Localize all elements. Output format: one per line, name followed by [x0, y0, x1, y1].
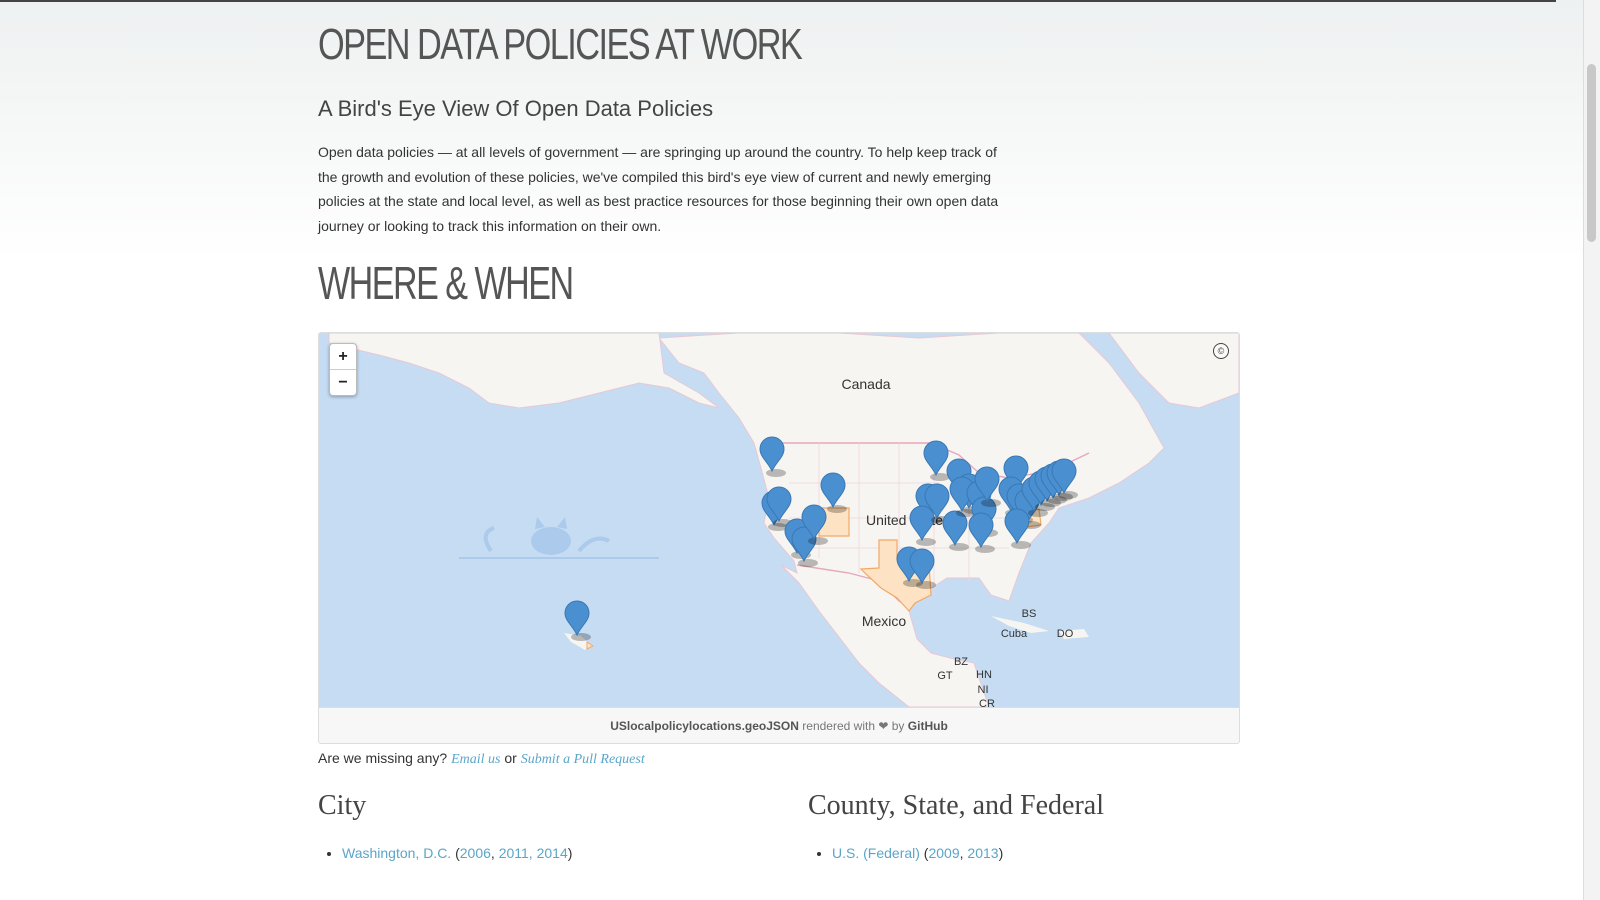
- missing-or-text: or: [504, 750, 517, 766]
- marker-shadow: [808, 537, 828, 545]
- scrollbar-thumb[interactable]: [1587, 64, 1596, 242]
- missing-question: Are we missing any?: [318, 750, 448, 766]
- label-bs: BS: [1022, 608, 1037, 620]
- map-embed: Canada United States Mexico BS Cuba DO B…: [318, 332, 1240, 744]
- city-link-washington-dc[interactable]: Washington, D.C.: [342, 845, 451, 861]
- map-svg: Canada United States Mexico BS Cuba DO B…: [328, 333, 1239, 707]
- land-alaska: [328, 333, 720, 409]
- marker-shadow: [949, 543, 969, 551]
- section-title-where-when: WHERE & WHEN: [318, 257, 574, 309]
- marker-shadow: [571, 633, 591, 641]
- marker-shadow: [1011, 541, 1031, 549]
- github-link[interactable]: GitHub: [908, 719, 948, 733]
- marker-shadow: [981, 499, 1001, 507]
- top-border: [0, 0, 1556, 2]
- heart-icon: ❤: [878, 719, 889, 733]
- federal-link-us[interactable]: U.S. (Federal): [832, 845, 920, 861]
- missing-prompt: Are we missing any? Email us or Submit a…: [318, 750, 645, 768]
- year-link[interactable]: 2011, 2014: [499, 845, 568, 861]
- map-marker-icon[interactable]: [564, 600, 590, 637]
- map-caption: USlocalpolicylocations.geoJSON rendered …: [319, 707, 1239, 743]
- page-scrollbar[interactable]: [1583, 0, 1600, 900]
- label-canada: Canada: [841, 376, 890, 392]
- map-canvas[interactable]: Canada United States Mexico BS Cuba DO B…: [319, 333, 1239, 707]
- marker-shadow: [916, 538, 936, 546]
- city-heading: City: [318, 790, 367, 821]
- county-state-federal-list: U.S. (Federal) (2009, 2013): [808, 845, 1003, 861]
- label-do: DO: [1057, 628, 1074, 640]
- label-ni: NI: [978, 684, 989, 696]
- label-cuba: Cuba: [1001, 628, 1028, 640]
- label-cr: CR: [979, 698, 995, 707]
- marker-shadow: [766, 469, 786, 477]
- marker-shadow: [798, 559, 818, 567]
- attribution-icon[interactable]: ©: [1213, 343, 1229, 359]
- octocat-watermark: [459, 517, 659, 559]
- zoom-control: + −: [329, 343, 357, 396]
- city-list: Washington, D.C. (2006, 2011, 2014): [318, 845, 572, 861]
- year-link[interactable]: 2009: [928, 845, 959, 861]
- list-item: U.S. (Federal) (2009, 2013): [832, 845, 1003, 861]
- year-link[interactable]: 2006: [460, 845, 491, 861]
- marker-shadow: [975, 545, 995, 553]
- marker-shadow: [1058, 491, 1078, 499]
- zoom-out-button[interactable]: −: [330, 369, 356, 395]
- email-us-link[interactable]: Email us: [451, 752, 500, 767]
- year-link[interactable]: 2013: [967, 845, 998, 861]
- label-hn: HN: [976, 669, 992, 681]
- label-mexico: Mexico: [862, 613, 907, 629]
- page-title: OPEN DATA POLICIES AT WORK: [318, 20, 803, 69]
- list-item: Washington, D.C. (2006, 2011, 2014): [342, 845, 572, 861]
- intro-paragraph: Open data policies — at all levels of go…: [318, 144, 999, 234]
- submit-pull-request-link[interactable]: Submit a Pull Request: [521, 752, 645, 767]
- caption-by-text: by: [891, 719, 905, 733]
- label-bz: BZ: [954, 656, 968, 668]
- state-highlight-hawaii: [586, 641, 594, 650]
- marker-shadow: [827, 505, 847, 513]
- caption-rendered-text: rendered with: [802, 719, 875, 733]
- marker-shadow: [916, 581, 936, 589]
- page-subtitle: A Bird's Eye View Of Open Data Policies: [318, 96, 714, 121]
- label-gt: GT: [937, 670, 953, 682]
- county-state-federal-heading: County, State, and Federal: [808, 790, 1105, 821]
- map-file-name[interactable]: USlocalpolicylocations.geoJSON: [610, 719, 799, 733]
- marker-shadow: [930, 473, 950, 481]
- zoom-in-button[interactable]: +: [330, 344, 356, 369]
